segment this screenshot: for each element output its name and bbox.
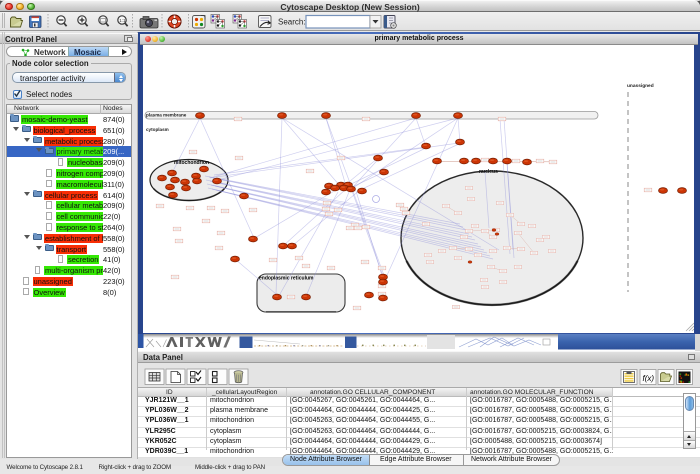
- svg-text:unassigned: unassigned: [627, 83, 654, 89]
- svg-text:mitochondrion: mitochondrion: [174, 160, 209, 166]
- svg-text:Search:: Search:: [278, 18, 306, 27]
- svg-text:1:1: 1:1: [119, 18, 126, 23]
- svg-text:f(x): f(x): [643, 374, 655, 383]
- svg-text:endoplasmic reticulum: endoplasmic reticulum: [259, 276, 314, 282]
- svg-text:nucleus: nucleus: [479, 169, 498, 175]
- svg-text:cytoplasm: cytoplasm: [146, 127, 169, 132]
- svg-text:plasma membrane: plasma membrane: [146, 113, 187, 118]
